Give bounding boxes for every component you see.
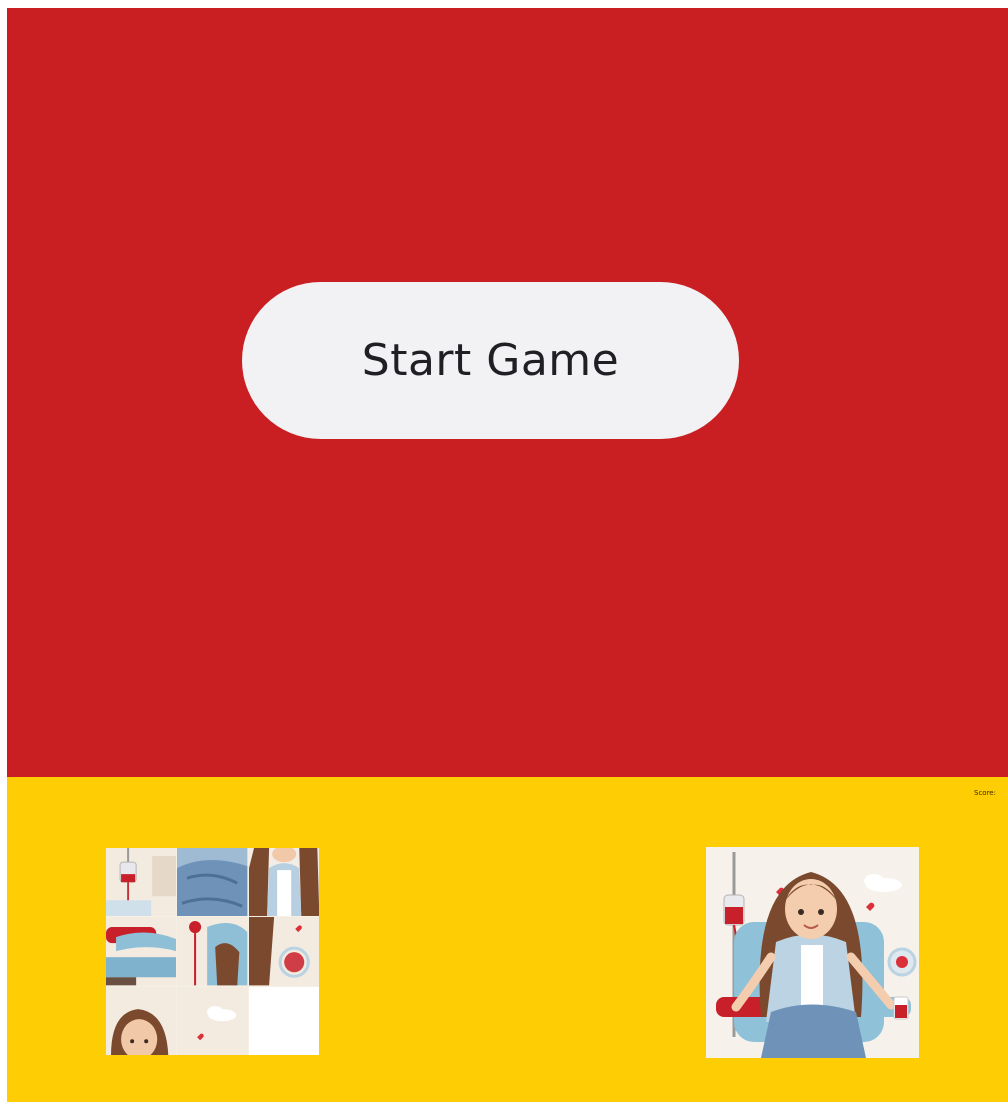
- game-board-panel: Score:: [7, 777, 1008, 1102]
- start-screen-panel: Start Game: [7, 8, 1008, 777]
- iv-bag-tile-icon: [106, 848, 177, 917]
- score-label: Score:: [974, 789, 996, 797]
- puzzle-tile[interactable]: [177, 917, 248, 986]
- puzzle-tile[interactable]: [106, 986, 177, 1055]
- blood-donor-woman-illustration-icon: [706, 847, 919, 1058]
- hair-heart-tile-icon: [248, 917, 319, 986]
- hair-jacket-tile-icon: [248, 848, 319, 917]
- sliding-puzzle-board: [106, 848, 319, 1055]
- puzzle-tile[interactable]: [106, 917, 177, 986]
- reference-image: [706, 847, 919, 1058]
- start-game-button[interactable]: Start Game: [242, 282, 739, 439]
- puzzle-tile[interactable]: [177, 986, 248, 1055]
- game-frame: Start Game Score:: [7, 8, 1008, 1102]
- empty-tile[interactable]: [248, 986, 319, 1055]
- puzzle-tile[interactable]: [248, 917, 319, 986]
- puzzle-tile[interactable]: [106, 848, 177, 917]
- face-tile-icon: [106, 986, 177, 1055]
- tube-knee-tile-icon: [177, 917, 248, 986]
- puzzle-tile[interactable]: [248, 848, 319, 917]
- armrest-tile-icon: [106, 917, 177, 986]
- puzzle-tile[interactable]: [177, 848, 248, 917]
- cloud-heart-tile-icon: [177, 986, 248, 1055]
- jeans-tile-icon: [177, 848, 248, 917]
